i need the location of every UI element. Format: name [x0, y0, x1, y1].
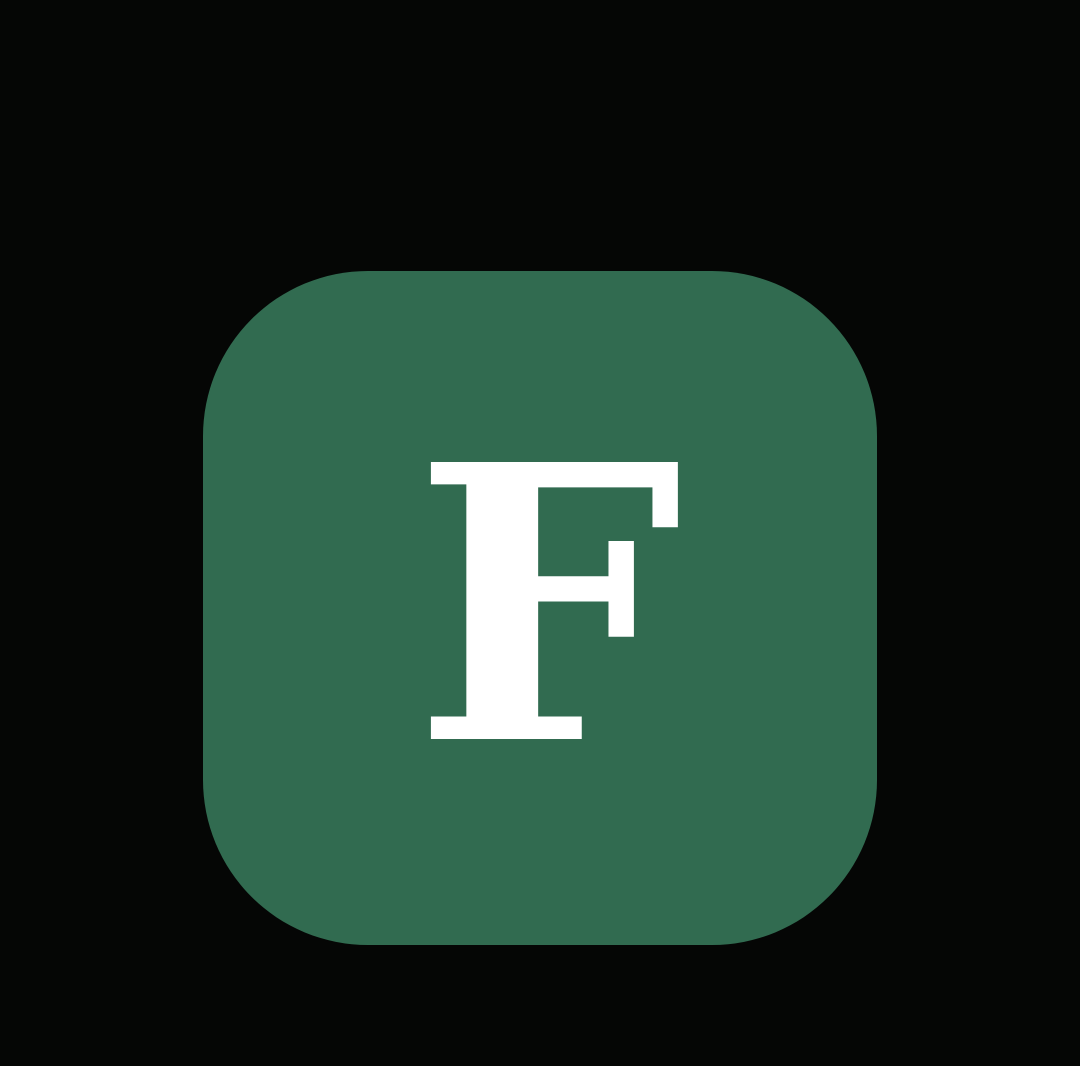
app-logo-icon[interactable]: F	[203, 271, 877, 945]
screen: F	[0, 0, 1080, 1066]
app-logo-letter: F	[413, 382, 683, 829]
